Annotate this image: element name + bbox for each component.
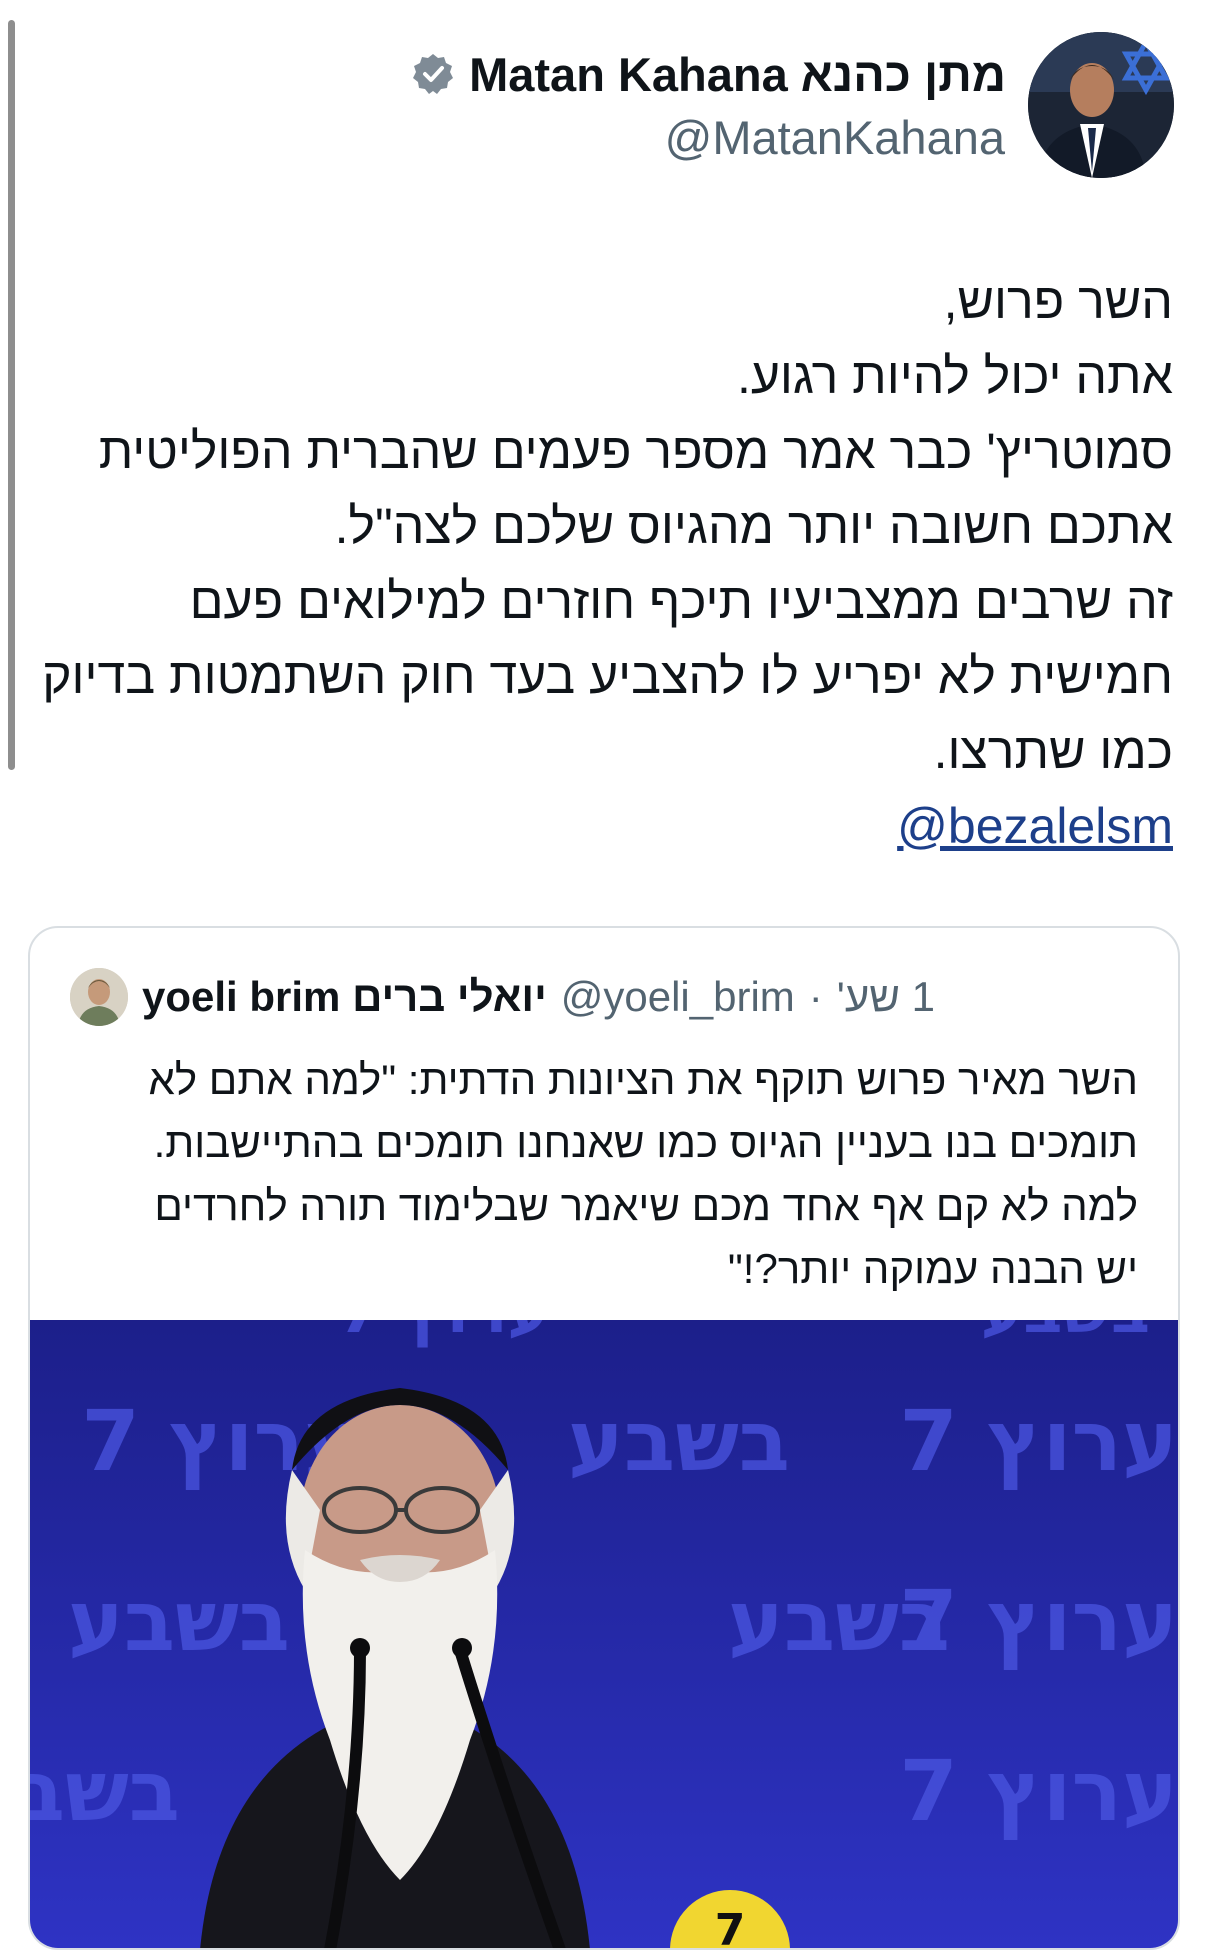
quoted-tweet-text: השר מאיר פרוש תוקף את הציונות הדתית: "למ… xyxy=(68,1048,1138,1300)
tweet-line: חמישית לא יפריע לו להצביע בעד חוק השתמטו… xyxy=(42,648,1173,704)
tweet-line: כמו שתרצו. xyxy=(933,723,1173,779)
tweet-line: אתכם חשובה יותר מהגיוס שלכם לצה"ל. xyxy=(334,498,1173,554)
tweet-line: אתה יכול להיות רגוע. xyxy=(736,348,1173,404)
tweet-line: סמוטריץ' כבר אמר מספר פעמים שהברית הפולי… xyxy=(98,423,1173,479)
quoted-line: יש הבנה עמוקה יותר?!" xyxy=(727,1245,1138,1292)
verified-badge-icon xyxy=(413,54,454,94)
quoted-line: למה לא קם אף אחד מכם שיאמר שבלימוד תורה … xyxy=(154,1182,1138,1229)
author-name-row: Matan Kahana מתן כהנא xyxy=(411,44,1006,104)
backdrop-logo-text: בשבע xyxy=(568,1392,790,1490)
quoted-author-name[interactable]: yoeli brim יואלי ברים xyxy=(142,973,547,1021)
svg-text:7: 7 xyxy=(715,1905,746,1950)
quoted-author-handle[interactable]: @yoeli_brim xyxy=(561,973,795,1021)
backdrop-logo-text: בשבע xyxy=(68,1572,290,1670)
profile-avatar[interactable] xyxy=(1028,32,1174,178)
backdrop-logo-text: ערוץ 7 xyxy=(899,1742,1178,1840)
quoted-tweet-image[interactable]: בשבע ערוץ 7 ערוץ 7 בשבע ערוץ 7 ערוץ 7 בש… xyxy=(30,1320,1178,1950)
backdrop-logo-text: בשבע xyxy=(981,1320,1150,1348)
quoted-timestamp[interactable]: 1 שע' xyxy=(837,973,935,1021)
quoted-line: תומכים בנו בעניין הגיוס כמו שאנחנו תומכי… xyxy=(153,1119,1138,1166)
tweet-text: השר פרוש, אתה יכול להיות רגוע. סמוטריץ' … xyxy=(33,264,1173,864)
tweet-line: השר פרוש, xyxy=(943,273,1173,329)
mention-link[interactable]: @bezalelsm xyxy=(897,789,1173,864)
quoted-line: השר מאיר פרוש תוקף את הציונות הדתית: "למ… xyxy=(148,1056,1138,1103)
quoted-tweet-card[interactable]: yoeli brim יואלי ברים @yoeli_brim · 1 שע… xyxy=(28,926,1180,1950)
backdrop-logo-text: בשבע xyxy=(30,1742,180,1840)
backdrop-logo-text: בשבע xyxy=(728,1572,950,1670)
quoted-tweet-header: yoeli brim יואלי ברים @yoeli_brim · 1 שע… xyxy=(70,968,1138,1026)
separator-dot: · xyxy=(808,973,823,1020)
scrollbar[interactable] xyxy=(8,20,15,770)
backdrop-logo-text: ערוץ 7 xyxy=(338,1320,550,1348)
quoted-author-avatar[interactable] xyxy=(70,968,128,1026)
tweet-line: זה שרבים ממצביעיו תיכף חוזרים למילואים פ… xyxy=(189,573,1173,629)
author-display-name[interactable]: Matan Kahana מתן כהנא xyxy=(469,47,1006,102)
backdrop-logo-text: ערוץ 7 xyxy=(899,1392,1178,1490)
author-handle[interactable]: @MatanKahana xyxy=(665,110,1005,165)
